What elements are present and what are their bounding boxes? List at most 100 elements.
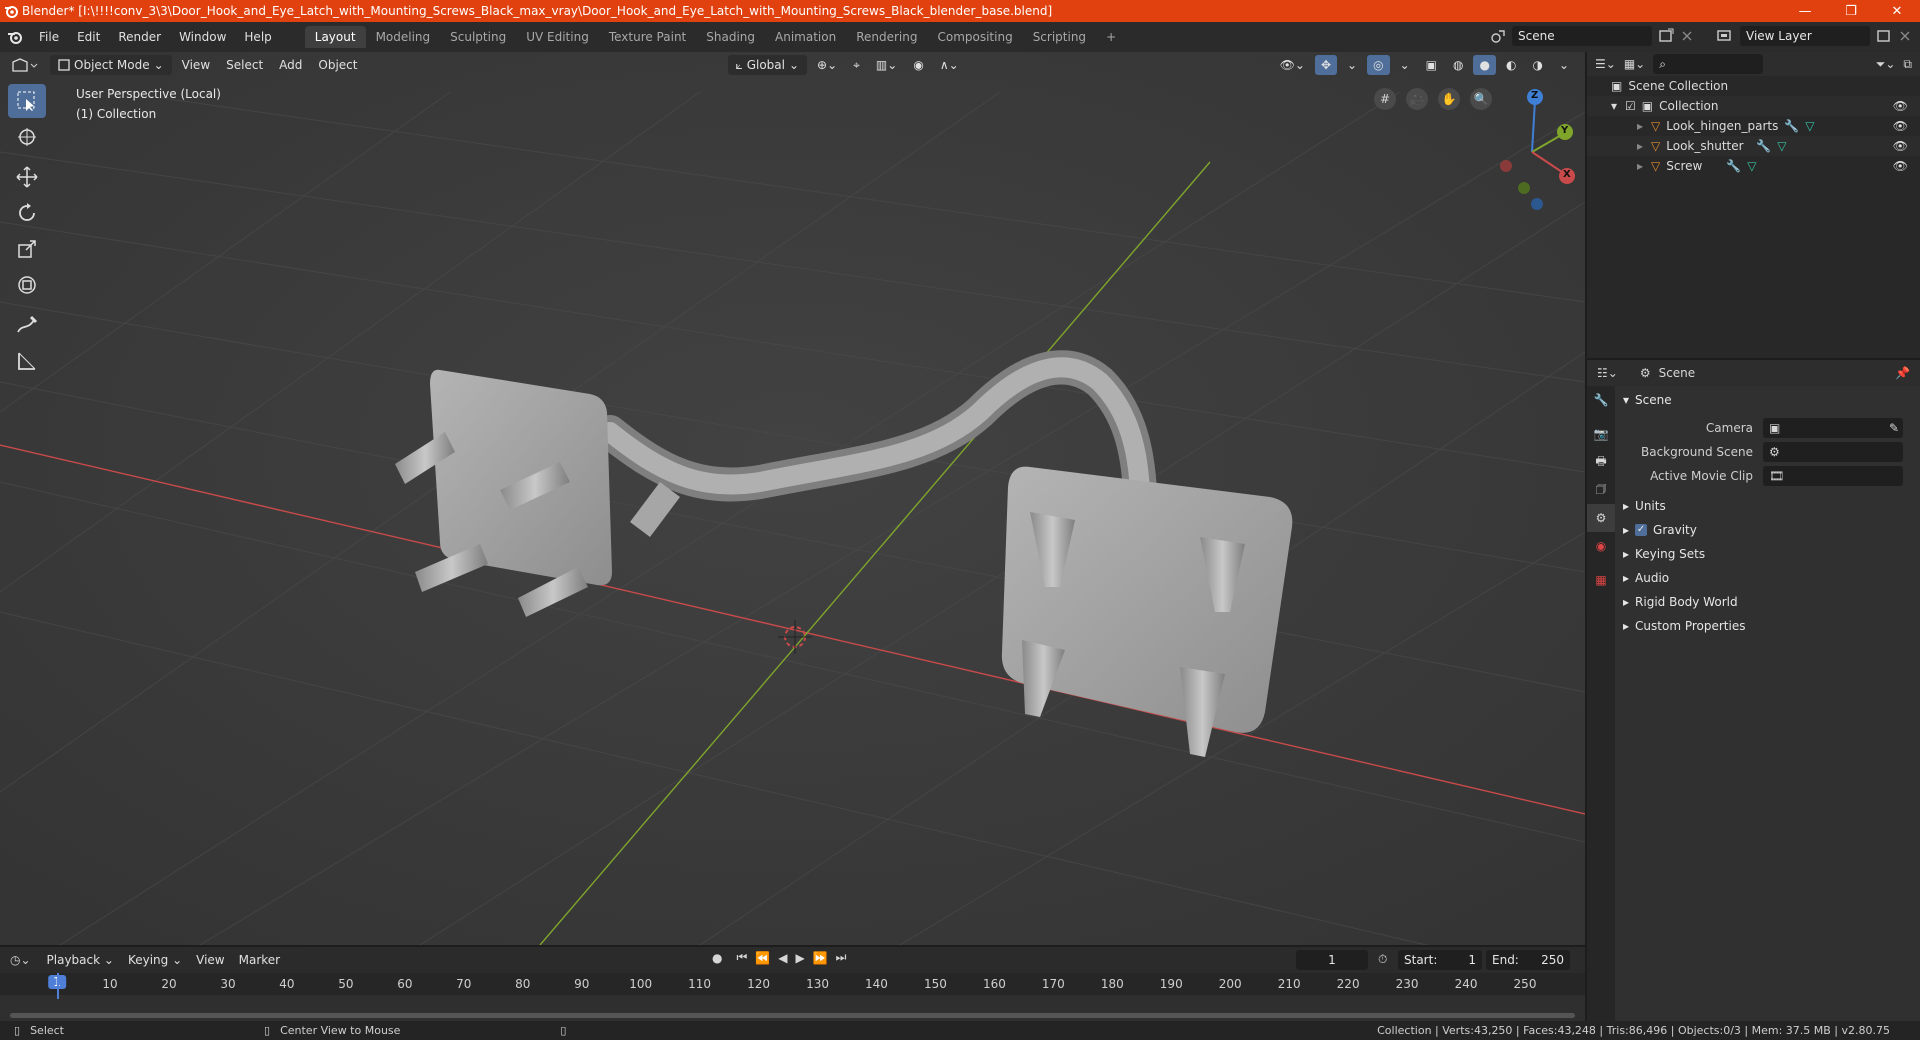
shading-material-icon[interactable]: ◐	[1500, 55, 1522, 75]
scene-panel-header[interactable]: ▾ Scene	[1615, 388, 1920, 412]
scale-tool[interactable]	[8, 232, 46, 266]
tab-compositing[interactable]: Compositing	[927, 26, 1022, 48]
timeline-keyframe-area[interactable]	[0, 973, 1585, 1021]
viewport-scene[interactable]	[0, 52, 1585, 945]
overlays-dropdown-icon[interactable]: ⌄	[1394, 55, 1416, 75]
menu-window[interactable]: Window	[170, 26, 235, 48]
shading-dropdown-icon[interactable]: ⌄	[1553, 55, 1575, 75]
eyedropper-icon[interactable]: ✎	[1889, 421, 1899, 435]
pan-view-button[interactable]: ✋	[1438, 88, 1460, 110]
pivot-point-icon[interactable]: ⊕⌄	[811, 55, 843, 75]
modifier-wrench-icon[interactable]: 🔧	[1784, 119, 1799, 133]
scene-selector[interactable]: Scene	[1512, 26, 1652, 46]
play-icon[interactable]: ▶	[795, 951, 804, 965]
new-collection-icon[interactable]: ⧉	[1903, 57, 1912, 72]
collapse-arrow-icon[interactable]: ▸	[1637, 139, 1643, 153]
outliner-collection[interactable]: ▾ ☑ ▣ Collection 👁	[1587, 96, 1920, 116]
tab-animation[interactable]: Animation	[765, 26, 846, 48]
collapse-arrow-icon[interactable]: ▸	[1637, 159, 1643, 173]
timeline-menu-playback[interactable]: Playback ⌄	[41, 950, 120, 970]
minimize-button[interactable]: —	[1782, 0, 1828, 22]
rigid-body-panel-header[interactable]: ▸ Rigid Body World	[1615, 590, 1920, 614]
timeline-menu-keying[interactable]: Keying ⌄	[122, 950, 188, 970]
editor-type-icon[interactable]	[10, 56, 38, 74]
new-view-layer-icon[interactable]	[1876, 28, 1892, 44]
gizmo-dropdown-icon[interactable]: ⌄	[1341, 55, 1363, 75]
audio-panel-header[interactable]: ▸ Audio	[1615, 566, 1920, 590]
gravity-panel-header[interactable]: ▸ ✓ Gravity	[1615, 518, 1920, 542]
measure-tool[interactable]	[8, 344, 46, 378]
outliner-object-row[interactable]: ▸ ▽ Screw 🔧 ▽ 👁	[1587, 156, 1920, 176]
stopwatch-icon[interactable]: ⏱	[1378, 952, 1387, 967]
select-box-tool[interactable]	[8, 84, 46, 118]
3d-viewport[interactable]: Z Y X Object Mode ⌄ View Select Add Obje…	[0, 52, 1585, 945]
gravity-checkbox[interactable]: ✓	[1635, 524, 1648, 536]
menu-file[interactable]: File	[30, 26, 68, 48]
tab-texture[interactable]: ▦	[1587, 566, 1615, 594]
keying-sets-panel-header[interactable]: ▸ Keying Sets	[1615, 542, 1920, 566]
tab-view-layer[interactable]: 🗇	[1587, 476, 1615, 504]
annotate-tool[interactable]	[8, 308, 46, 342]
tab-scene[interactable]: ⚙	[1587, 504, 1615, 532]
tab-scripting[interactable]: Scripting	[1023, 26, 1096, 48]
outliner-editor-icon[interactable]: ☰⌄	[1595, 57, 1616, 71]
shading-rendered-icon[interactable]: ◑	[1526, 55, 1548, 75]
end-frame-field[interactable]: End: 250	[1486, 950, 1570, 970]
overlays-toggle-icon[interactable]: ◎	[1367, 55, 1390, 75]
timeline-editor-icon[interactable]: ◷⌄	[10, 953, 31, 967]
menu-edit[interactable]: Edit	[68, 26, 109, 48]
tab-render[interactable]: 📷	[1587, 420, 1615, 448]
current-frame-field[interactable]: 1	[1296, 950, 1368, 970]
transform-orientation-dropdown[interactable]: ⟀ Global ⌄	[727, 55, 808, 75]
viewport-menu-object[interactable]: Object	[312, 55, 363, 75]
eye-icon[interactable]: 👁	[1893, 139, 1908, 153]
blender-menu-icon[interactable]	[0, 22, 30, 52]
units-panel-header[interactable]: ▸ Units	[1615, 494, 1920, 518]
camera-field[interactable]: ▣ ✎	[1763, 418, 1903, 438]
shading-solid-icon[interactable]: ●	[1473, 55, 1496, 75]
outliner-scene-collection[interactable]: ▣ Scene Collection	[1587, 76, 1920, 96]
play-reverse-icon[interactable]: ◀	[778, 951, 787, 965]
jump-end-icon[interactable]: ⏭	[836, 950, 847, 965]
visibility-icon[interactable]: 👁⌄	[1274, 55, 1311, 75]
tab-tool[interactable]: 🔧	[1587, 386, 1615, 414]
tab-layout[interactable]: Layout	[304, 26, 366, 48]
xray-toggle-icon[interactable]: ▣	[1420, 55, 1443, 75]
modifier-wrench-icon[interactable]: 🔧	[1726, 159, 1741, 173]
tab-uv-editing[interactable]: UV Editing	[516, 26, 599, 48]
jump-start-icon[interactable]: ⏮	[736, 950, 747, 965]
outliner-search-input[interactable]: ⌕	[1653, 54, 1764, 74]
viewport-menu-add[interactable]: Add	[273, 55, 308, 75]
view-layer-icon[interactable]	[1716, 28, 1734, 44]
move-tool[interactable]	[8, 160, 46, 194]
mesh-data-icon[interactable]: ▽	[1805, 119, 1814, 133]
movie-clip-field[interactable]: 🎞	[1763, 466, 1903, 486]
mode-dropdown[interactable]: Object Mode ⌄	[50, 55, 172, 75]
outliner-object-row[interactable]: ▸ ▽ Look_shutter 🔧 ▽ 👁	[1587, 136, 1920, 156]
properties-editor-icon[interactable]: ☷⌄	[1597, 366, 1618, 380]
new-scene-icon[interactable]	[1658, 28, 1674, 44]
falloff-icon[interactable]: ∧⌄	[934, 55, 965, 75]
eye-icon[interactable]: 👁	[1893, 159, 1908, 173]
proportional-edit-icon[interactable]: ◉	[907, 55, 929, 75]
expand-arrow-icon[interactable]: ▾	[1611, 99, 1617, 113]
tab-output[interactable]: 🖶	[1587, 448, 1615, 476]
close-button[interactable]: ✕	[1874, 0, 1920, 22]
restore-button[interactable]: ❐	[1828, 0, 1874, 22]
eye-icon[interactable]: 👁	[1893, 99, 1908, 113]
mesh-data-icon[interactable]: ▽	[1747, 159, 1756, 173]
modifier-wrench-icon[interactable]: 🔧	[1756, 139, 1771, 153]
collection-checkbox[interactable]: ☑	[1625, 99, 1636, 113]
background-scene-field[interactable]: ⚙	[1763, 442, 1903, 462]
add-workspace-button[interactable]: +	[1096, 26, 1126, 48]
next-keyframe-icon[interactable]: ⏩	[813, 951, 828, 965]
snap-icon[interactable]: ⌖	[847, 55, 866, 75]
tab-texture-paint[interactable]: Texture Paint	[599, 26, 696, 48]
eye-icon[interactable]: 👁	[1893, 119, 1908, 133]
remove-scene-icon[interactable]	[1680, 29, 1694, 43]
custom-properties-panel-header[interactable]: ▸ Custom Properties	[1615, 614, 1920, 638]
display-mode-icon[interactable]: ▦⌄	[1624, 57, 1645, 71]
view-layer-selector[interactable]: View Layer	[1740, 26, 1870, 46]
tab-world[interactable]: ◉	[1587, 532, 1615, 560]
collapse-arrow-icon[interactable]: ▸	[1637, 119, 1643, 133]
